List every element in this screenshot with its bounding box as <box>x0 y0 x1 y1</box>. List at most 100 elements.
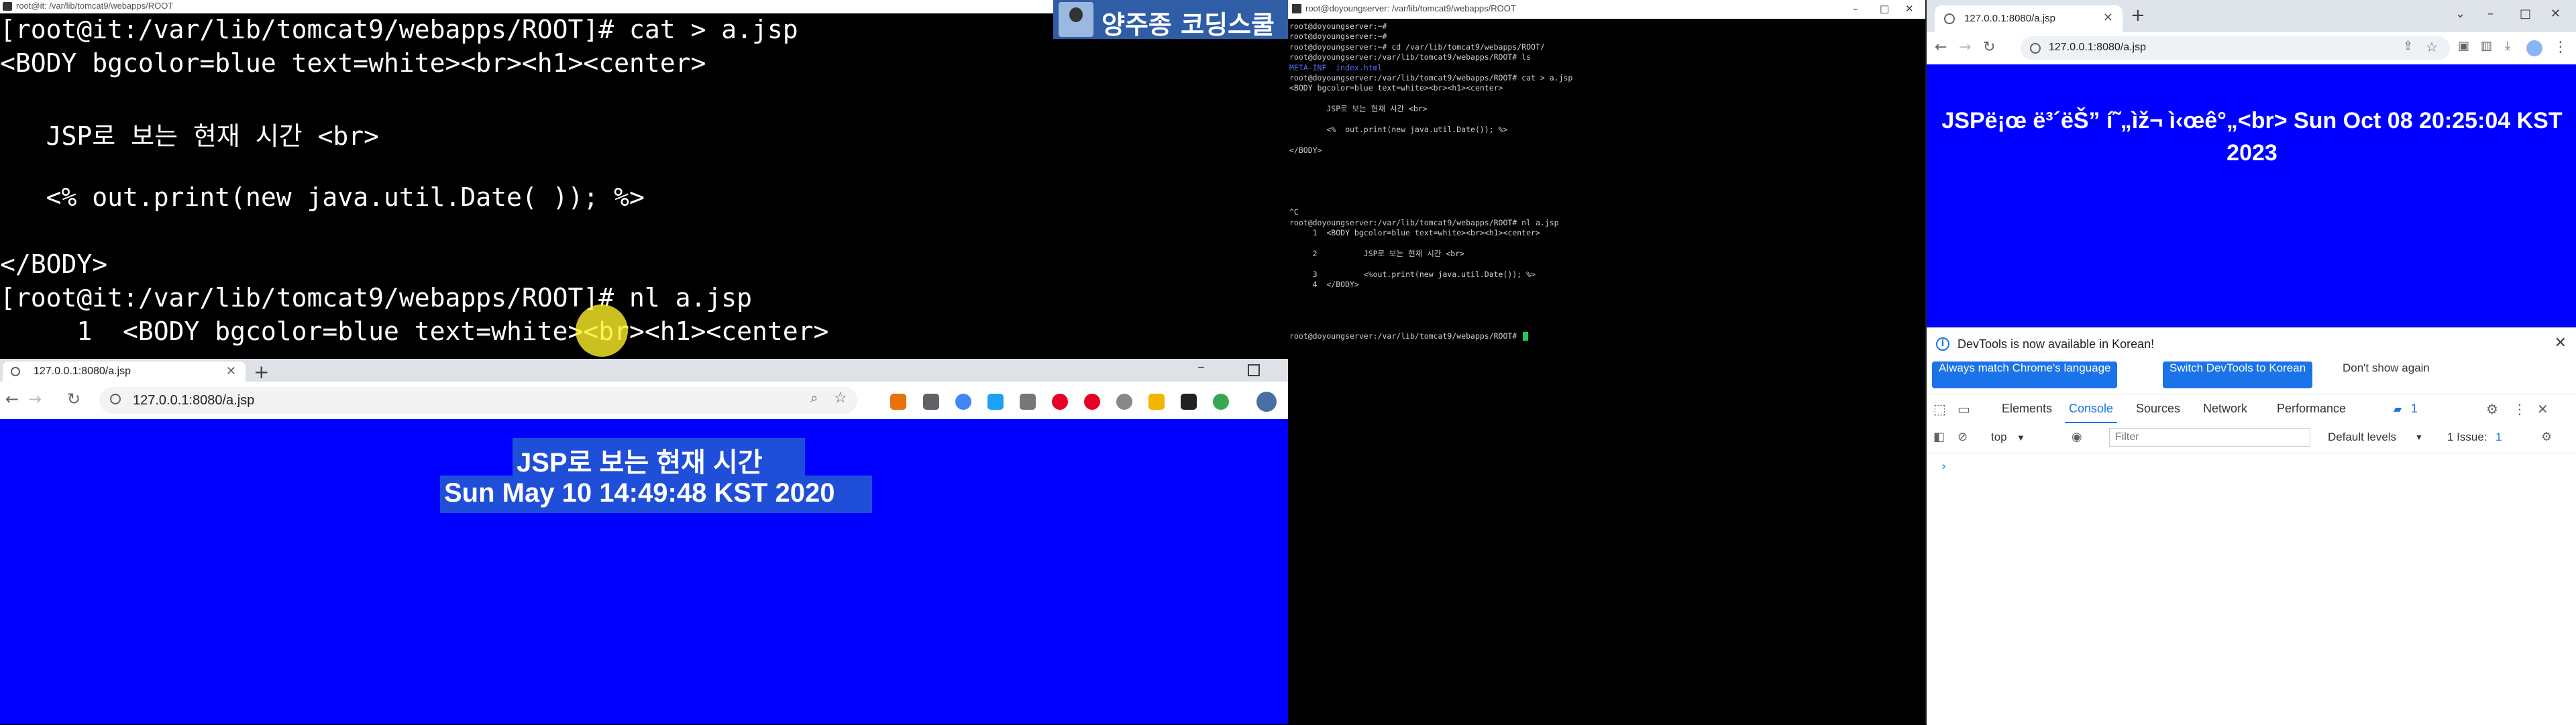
new-tab-button[interactable]: + <box>2131 5 2145 25</box>
terminal-line: root@doyoungserver:~# <box>1289 21 1387 31</box>
issues-count[interactable]: 1 <box>2496 431 2502 444</box>
issues-label[interactable]: 1 Issue: <box>2447 431 2487 444</box>
site-info-icon[interactable] <box>110 394 121 404</box>
address-bar[interactable]: 127.0.0.1:8080/a.jsp ⌕ ☆ <box>99 387 857 414</box>
left-browser-window[interactable]: 127.0.0.1:8080/a.jsp ✕ + – ← → ↻ 127.0.0… <box>0 359 1288 724</box>
close-notice-icon[interactable]: ✕ <box>2555 335 2567 351</box>
left-terminal-window[interactable]: root@it: /var/lib/tomcat9/webapps/ROOT [… <box>0 0 1288 359</box>
match-language-button[interactable]: Always match Chrome's language <box>1932 361 2118 388</box>
download-icon[interactable]: ⤓ <box>2505 39 2510 53</box>
forward-button[interactable]: → <box>28 390 42 408</box>
devtools-panel[interactable]: i DevTools is now available in Korean! ✕… <box>1927 327 2576 725</box>
back-button[interactable]: ← <box>5 390 19 408</box>
share-icon[interactable]: ⇪ <box>2403 39 2413 53</box>
tab-sources[interactable]: Sources <box>2136 402 2180 416</box>
log-levels-select[interactable]: Default levels <box>2328 431 2396 444</box>
zoom-icon[interactable]: ⌕ <box>810 390 818 406</box>
extensions-icon[interactable]: ▣ <box>2458 39 2469 53</box>
extension-icon[interactable] <box>1148 394 1165 410</box>
devtools-language-notice: i DevTools is now available in Korean! ✕ <box>1927 328 2576 360</box>
terminal-line: root@doyoungserver:/var/lib/tomcat9/weba… <box>1289 52 1532 62</box>
pinterest-icon[interactable] <box>1084 394 1100 410</box>
middle-terminal-body[interactable]: root@doyoungserver:~# root@doyoungserver:… <box>1288 21 1925 719</box>
chevron-down-icon[interactable]: ▼ <box>2017 433 2025 443</box>
eye-icon[interactable]: ◉ <box>2072 430 2082 444</box>
extension-icon[interactable] <box>923 394 939 410</box>
console-toolbar: ◧ ⊘ top ▼ ◉ Filter Default levels ▼ 1 Is… <box>1927 423 2576 453</box>
notice-text: DevTools is now available in Korean! <box>1957 337 2155 351</box>
extension-icon[interactable] <box>1116 394 1132 410</box>
profile-avatar[interactable] <box>2526 40 2542 56</box>
new-tab-button[interactable]: + <box>254 361 269 383</box>
minimize-button[interactable]: – <box>1853 3 1858 15</box>
maximize-button[interactable]: □ <box>2520 7 2531 21</box>
reload-button[interactable]: ↻ <box>1983 39 1995 56</box>
right-browser-page: JSPë¡œ ë³´ëŠ” í˜„ìž¬ ì‹œê°„<br> Sun Oct … <box>1927 64 2576 327</box>
menu-dots-icon[interactable]: ⋮ <box>2513 401 2526 417</box>
terminal-line: 3 <%out.print(new java.util.Date()); %> <box>1289 269 1536 279</box>
close-button[interactable]: ✕ <box>1905 3 1914 15</box>
address-bar-url[interactable]: 127.0.0.1:8080/a.jsp <box>2049 42 2146 54</box>
message-badge-count: 1 <box>2411 402 2418 415</box>
tab-network[interactable]: Network <box>2203 402 2247 416</box>
address-bar[interactable]: 127.0.0.1:8080/a.jsp ⇪ ☆ <box>2021 36 2450 60</box>
tab-a-jsp[interactable]: 127.0.0.1:8080/a.jsp ✕ <box>3 361 246 382</box>
extension-icon[interactable] <box>955 394 971 410</box>
avatar <box>1059 2 1093 37</box>
tab-performance[interactable]: Performance <box>2277 402 2346 416</box>
side-panel-icon[interactable]: ▥ <box>2481 39 2492 53</box>
chevron-down-icon[interactable]: ⌄ <box>2455 7 2465 21</box>
console-prompt[interactable]: › <box>1940 459 1947 473</box>
extension-icon[interactable] <box>1020 394 1036 410</box>
minimize-button[interactable]: – <box>2487 7 2493 21</box>
extension-icon[interactable] <box>890 394 906 410</box>
device-toolbar-icon[interactable]: ▭ <box>1957 401 1970 417</box>
mouse-highlight-cursor <box>576 304 628 357</box>
context-select[interactable]: top <box>1991 431 2007 444</box>
menu-dots-icon[interactable]: ⋮ <box>2553 39 2568 56</box>
extension-icon[interactable] <box>1181 394 1197 410</box>
message-badge-icon[interactable]: ▰ <box>2394 402 2402 415</box>
gear-icon[interactable]: ⚙ <box>2541 430 2552 444</box>
forward-button[interactable]: → <box>1959 39 1971 56</box>
bookmark-star-icon[interactable]: ☆ <box>834 390 847 406</box>
close-tab-icon[interactable]: ✕ <box>2103 11 2113 25</box>
right-browser-window[interactable]: 127.0.0.1:8080/a.jsp ✕ + ⌄ – □ ✕ ← → ↻ 1… <box>1925 0 2576 725</box>
left-terminal-title: root@it: /var/lib/tomcat9/webapps/ROOT <box>16 1 174 11</box>
extension-icon[interactable] <box>987 394 1004 410</box>
maximize-button[interactable] <box>1248 364 1260 376</box>
gear-icon[interactable]: ⚙ <box>2486 401 2498 417</box>
tab-title: 127.0.0.1:8080/a.jsp <box>1964 13 2055 24</box>
left-terminal-body[interactable]: [root@it:/var/lib/tomcat9/webapps/ROOT]#… <box>0 15 1288 359</box>
close-tab-icon[interactable]: ✕ <box>226 364 236 378</box>
close-button[interactable]: ✕ <box>2551 7 2561 21</box>
switch-to-korean-button[interactable]: Switch DevTools to Korean <box>2163 361 2313 388</box>
reload-button[interactable]: ↻ <box>67 390 80 408</box>
close-devtools-icon[interactable]: ✕ <box>2537 401 2548 417</box>
site-info-icon[interactable] <box>2030 43 2041 54</box>
middle-terminal-window[interactable]: root@doyoungserver: /var/lib/tomcat9/web… <box>1288 0 1925 724</box>
address-bar-url[interactable]: 127.0.0.1:8080/a.jsp <box>133 393 254 408</box>
dont-show-again-button[interactable]: Don't show again <box>2336 361 2436 388</box>
clear-console-icon[interactable]: ⊘ <box>1957 430 1968 444</box>
terminal-line: META-INF index.html <box>1289 62 1383 72</box>
pinterest-icon[interactable] <box>1052 394 1068 410</box>
tab-a-jsp[interactable]: 127.0.0.1:8080/a.jsp ✕ <box>1935 5 2123 32</box>
globe-icon <box>11 367 20 376</box>
profile-avatar[interactable] <box>1256 392 1277 412</box>
terminal-line: 1 <BODY bgcolor=blue text=white><br><h1>… <box>1289 228 1540 237</box>
inspect-element-icon[interactable]: ⬚ <box>1933 401 1946 417</box>
sidebar-toggle-icon[interactable]: ◧ <box>1933 430 1945 444</box>
maximize-button[interactable]: □ <box>1880 3 1889 15</box>
minimize-button[interactable]: – <box>1197 359 1205 376</box>
tab-elements[interactable]: Elements <box>2002 402 2052 416</box>
tab-title: 127.0.0.1:8080/a.jsp <box>34 366 131 377</box>
bookmark-star-icon[interactable]: ☆ <box>2426 39 2438 55</box>
middle-terminal-title: root@doyoungserver: /var/lib/tomcat9/web… <box>1305 3 1516 13</box>
evernote-icon[interactable] <box>1213 394 1229 410</box>
info-icon: i <box>1936 337 1949 351</box>
chevron-down-icon[interactable]: ▼ <box>2415 433 2423 442</box>
back-button[interactable]: ← <box>1935 39 1947 56</box>
tab-console[interactable]: Console <box>2064 402 2118 424</box>
console-filter-input[interactable]: Filter <box>2109 428 2310 447</box>
